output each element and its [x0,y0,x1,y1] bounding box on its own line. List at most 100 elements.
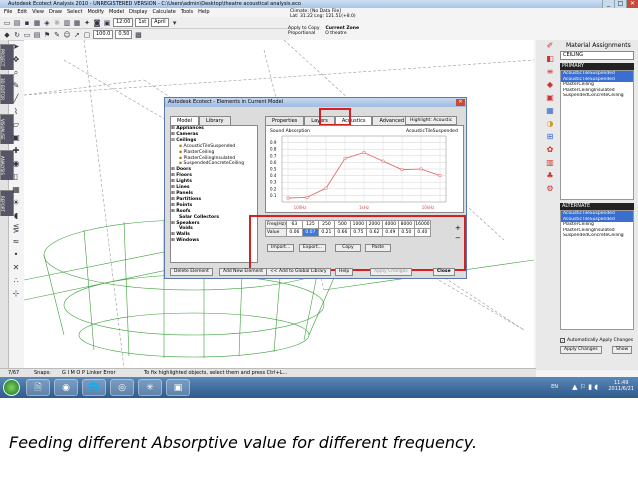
plane-icon[interactable]: ▱ [13,120,19,129]
open-icon[interactable]: ▤ [13,19,21,27]
grid-icon[interactable]: ▦ [73,19,81,27]
zoom-icon[interactable]: ⌕ [14,68,18,77]
add-new-element-button[interactable]: Add New Element [219,268,268,276]
language-indicator[interactable]: EN [551,379,558,396]
zone-icon[interactable]: ◆ [547,81,553,89]
chevron-down-icon[interactable]: ▾ [171,19,179,27]
start-button[interactable] [3,379,20,396]
time-field[interactable]: 12:00 [113,18,134,27]
save-icon[interactable]: ▪ [23,19,31,27]
menu-help[interactable]: Help [198,8,209,17]
menu-edit[interactable]: Edit [17,8,27,17]
cross-icon[interactable]: ✕ [13,263,20,272]
chrome-icon[interactable]: ◎ [110,379,134,396]
dot-grid-icon[interactable]: ∴ [13,276,18,285]
material-icon[interactable]: ▣ [546,94,554,102]
highlight-button[interactable]: Highlight: Acoustic [405,116,458,125]
proportional-label[interactable]: Proportional [288,31,315,36]
list-item[interactable]: SuspendedConcreteCeiling [561,233,633,239]
menu-display[interactable]: Display [129,8,147,17]
menu-modify[interactable]: Modify [87,8,104,17]
light-icon[interactable]: ☀ [12,198,19,207]
apply-changes-button[interactable]: Apply Changes [560,346,602,354]
cube-icon[interactable]: ◈ [43,19,51,27]
node-icon[interactable]: ✚ [13,146,20,155]
media-icon[interactable]: ◉ [54,379,78,396]
flag-icon[interactable]: ⚑ [43,31,51,39]
menu-draw[interactable]: Draw [49,8,62,17]
point-icon[interactable]: • [14,250,19,259]
auto-apply-checkbox[interactable]: ✓ [560,338,565,343]
date-field[interactable]: 1st [135,18,150,27]
close-dialog-button[interactable]: Close [433,268,455,276]
pencil-icon[interactable]: ✎ [53,31,61,39]
delete-element-button[interactable]: Delete Element [170,268,213,276]
move-icon[interactable]: ✥ [13,55,20,64]
grid-icon[interactable]: ▦ [546,107,554,115]
line-icon[interactable]: ╱ [14,94,19,103]
print-icon[interactable]: ▦ [33,19,41,27]
paint-icon[interactable]: ◧ [546,55,554,63]
explorer-icon[interactable]: 🗎 [26,379,50,396]
ecotect-icon[interactable]: ▣ [166,379,190,396]
ruler-icon[interactable]: ⊞ [547,133,554,141]
menu-view[interactable]: View [32,8,44,17]
menu-tools[interactable]: Tools [181,8,193,17]
category-select[interactable]: CEILING [560,51,634,60]
browser-icon[interactable]: 🌐 [82,379,106,396]
tray-icons[interactable]: ▲ ⚐ ▮ ◖ [572,379,598,396]
zigzag-icon[interactable]: ⋚ [13,224,20,233]
list-item[interactable]: SuspendedConcreteCeiling [561,93,633,99]
pencil-icon[interactable]: ✎ [13,81,20,90]
current-zone-select[interactable]: O theatre [325,31,346,36]
circle-arrow-icon[interactable]: ↻ [13,31,21,39]
app-icon[interactable]: ✳ [138,379,162,396]
tab-properties[interactable]: Properties [265,116,305,125]
new-icon[interactable]: ▭ [3,19,11,27]
door-icon[interactable]: ▯ [14,172,18,181]
lock-icon[interactable]: ▩ [134,31,142,39]
clock[interactable]: 11:49 2011/6/21 [608,380,634,392]
close-window-button[interactable]: ✕ [626,0,638,8]
arrow-icon[interactable]: ➚ [73,31,81,39]
apply-changes-dialog-button[interactable]: Apply Changes [370,268,412,276]
tab-library[interactable]: Library [199,116,231,125]
tab-model[interactable]: Model [170,116,200,125]
minimize-button[interactable]: _ [602,0,614,8]
add-to-global-library-button[interactable]: << Add to Global Library [266,268,331,276]
menu-model[interactable]: Model [109,8,124,17]
close-icon[interactable]: ✕ [456,99,465,106]
menu-file[interactable]: File [4,8,12,17]
month-select[interactable]: April [151,18,169,27]
layers-icon[interactable]: ≡ [547,68,554,76]
box-icon[interactable]: ▣ [12,133,20,142]
sun-icon[interactable]: ☼ [53,19,61,27]
snap-icon[interactable]: ⊹ [13,289,20,298]
tree-icon[interactable]: ♣ [546,172,553,180]
table-icon[interactable]: ▤ [33,31,41,39]
cylinder-icon[interactable]: ◉ [13,159,20,168]
diamond-icon[interactable]: ◆ [3,31,11,39]
maximize-button[interactable]: □ [614,0,626,8]
polyline-icon[interactable]: ⌇ [14,107,18,116]
help-button[interactable]: Help [335,268,354,276]
wave-icon[interactable]: ≈ [13,237,20,246]
window-icon[interactable]: ▦ [12,185,20,194]
rectangle-icon[interactable]: ▭ [23,31,31,39]
ratio-field[interactable]: 0.50 [115,30,133,39]
tree-item[interactable]: ⊞ Windows [171,238,257,244]
chart-icon[interactable]: ▥ [63,19,71,27]
person-icon[interactable]: ☺ [63,31,71,39]
sun-path-icon[interactable]: ✿ [547,146,554,154]
show-button[interactable]: Show [612,346,633,354]
camera-icon[interactable]: ◙ [93,19,101,27]
shading-icon[interactable]: ◑ [547,120,554,128]
menu-calculate[interactable]: Calculate [152,8,175,17]
box-icon[interactable]: ▢ [83,31,91,39]
brush-icon[interactable]: ✐ [547,42,554,50]
speaker-icon[interactable]: ◖ [14,211,18,220]
wand-icon[interactable]: ✦ [83,19,91,27]
settings-icon[interactable]: ⚙ [546,185,553,193]
offset-field[interactable]: 100.0 [93,30,114,39]
filter-icon[interactable]: ▥ [546,159,554,167]
